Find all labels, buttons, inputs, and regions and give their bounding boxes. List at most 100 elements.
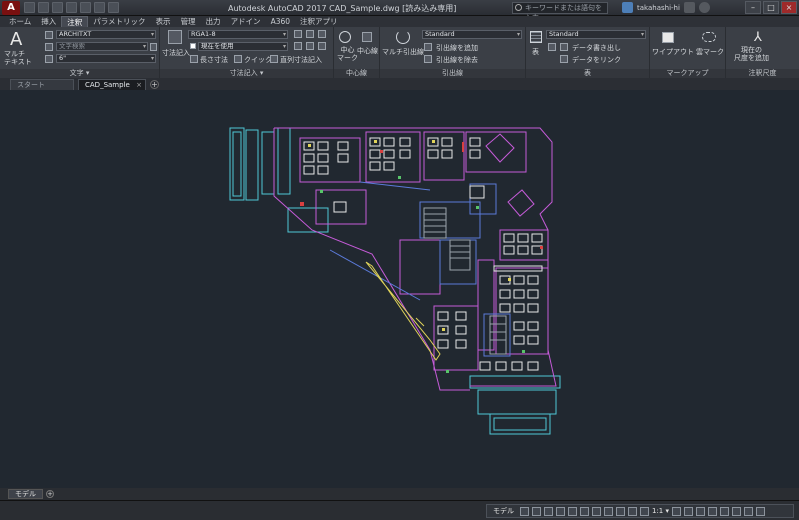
new-tab-button[interactable]: +	[150, 80, 159, 89]
leaders-group-label[interactable]: 引出線	[380, 69, 525, 78]
dimension-button[interactable]: 寸法記入	[162, 48, 190, 58]
tab-view[interactable]: 表示	[151, 16, 176, 27]
quick-properties-icon[interactable]	[708, 506, 718, 516]
revision-cloud-icon[interactable]	[702, 32, 716, 42]
centerline-button[interactable]: 中心線	[357, 46, 378, 56]
save-as-icon[interactable]	[66, 2, 77, 13]
tab-home[interactable]: ホーム	[4, 16, 36, 27]
transparency-icon[interactable]	[604, 506, 613, 516]
quick-dim-button[interactable]: クイック	[244, 55, 272, 65]
isolate-objects-icon[interactable]	[720, 506, 730, 516]
text-style-select[interactable]: ARCHITXT	[56, 30, 156, 39]
extract-data-button[interactable]: データ書き出し	[572, 43, 621, 53]
user-name: takahashi-hi	[637, 3, 680, 12]
multileader-icon[interactable]	[396, 30, 410, 44]
center-mark-button[interactable]: 中心 マーク	[337, 46, 358, 62]
save-icon[interactable]	[52, 2, 63, 13]
multiline-text-icon[interactable]: A	[10, 29, 22, 50]
new-file-icon[interactable]	[24, 2, 35, 13]
autocad-logo-icon[interactable]: A	[2, 1, 20, 15]
dimension-icon[interactable]	[168, 30, 182, 44]
add-layout-button[interactable]: +	[46, 490, 54, 498]
centerline-icon[interactable]	[362, 32, 372, 42]
close-icon[interactable]: ×	[781, 1, 797, 14]
exchange-icon[interactable]	[683, 2, 695, 13]
selection-cycling-icon[interactable]	[616, 506, 625, 516]
dim-layer-select[interactable]: 現在を使用	[198, 42, 288, 51]
multileader-button[interactable]: マルチ引出線	[382, 47, 424, 57]
lineweight-icon[interactable]	[592, 506, 601, 516]
tab-addins[interactable]: アドイン	[226, 16, 266, 27]
dim-style-select[interactable]: RGA1-8	[188, 30, 288, 39]
layout-tab-bar: モデル +	[0, 488, 799, 500]
clean-screen-icon[interactable]	[744, 506, 754, 516]
tab-parametric[interactable]: パラメトリック	[88, 16, 150, 27]
dim-tool-6-icon[interactable]	[318, 42, 326, 50]
annotation-monitor-icon[interactable]	[684, 506, 694, 516]
tab-start[interactable]: スタート	[10, 79, 74, 90]
tab-annotate[interactable]: 注釈	[61, 16, 89, 27]
tab-insert[interactable]: 挿入	[36, 16, 61, 27]
polar-icon[interactable]	[556, 506, 565, 516]
table-style-select[interactable]: Standard	[546, 30, 646, 39]
workspace-icon[interactable]	[672, 506, 682, 516]
wipeout-icon[interactable]	[662, 32, 674, 43]
dim-tool-1-icon[interactable]	[294, 30, 302, 38]
close-tab-icon[interactable]: ×	[136, 80, 142, 90]
open-file-icon[interactable]	[38, 2, 49, 13]
dimension-group-label[interactable]: 寸法記入 ▾	[160, 69, 333, 78]
plot-icon[interactable]	[80, 2, 91, 13]
add-current-scale-button[interactable]: 現在の 尺度を追加	[734, 46, 769, 62]
tables-group-label[interactable]: 表	[526, 69, 649, 78]
center-mark-icon[interactable]	[339, 31, 351, 43]
minimize-icon[interactable]: –	[745, 1, 761, 14]
tab-manage[interactable]: 管理	[176, 16, 201, 27]
continue-dim-button[interactable]: 直列寸法記入	[280, 55, 322, 65]
annotation-scale-select[interactable]: 1:1 ▾	[652, 507, 669, 515]
osnap-icon[interactable]	[568, 506, 577, 516]
text-height-select[interactable]: 6"	[56, 54, 156, 63]
multiline-text-button[interactable]: マルチ テキスト	[4, 50, 32, 66]
text-group-label[interactable]: 文字 ▾	[0, 69, 159, 78]
tab-output[interactable]: 出力	[201, 16, 226, 27]
help-icon[interactable]	[698, 2, 710, 13]
hardware-acceleration-icon[interactable]	[732, 506, 742, 516]
user-account[interactable]: takahashi-hi	[622, 2, 710, 13]
add-scale-icon[interactable]: ⅄	[754, 30, 762, 45]
link-data-button[interactable]: データをリンク	[572, 55, 621, 65]
units-icon[interactable]	[696, 506, 706, 516]
grid-icon[interactable]	[520, 506, 529, 516]
table-button[interactable]: 表	[532, 47, 539, 57]
find-text-input[interactable]: 文字検索	[56, 42, 148, 51]
dim-tool-4-icon[interactable]	[294, 42, 302, 50]
find-text-go-icon[interactable]	[150, 43, 157, 51]
maximize-icon[interactable]: □	[763, 1, 779, 14]
model-space-button[interactable]: モデル	[490, 506, 517, 516]
search-input[interactable]: キーワードまたは語句を入力	[512, 2, 608, 22]
tab-model[interactable]: モデル	[8, 489, 43, 499]
table-icon[interactable]	[530, 31, 542, 43]
drawing-canvas[interactable]	[0, 90, 799, 488]
dim-tool-2-icon[interactable]	[306, 30, 314, 38]
autoscale-icon[interactable]	[640, 506, 649, 516]
leader-style-select[interactable]: Standard	[422, 30, 522, 39]
remove-leader-button[interactable]: 引出線を除去	[436, 55, 478, 65]
wipeout-button[interactable]: ワイプアウト	[652, 47, 694, 57]
linear-dim-button[interactable]: 長さ寸法	[200, 55, 228, 65]
dim-tool-3-icon[interactable]	[318, 30, 326, 38]
customization-icon[interactable]	[756, 506, 766, 516]
otrack-icon[interactable]	[580, 506, 589, 516]
tab-cad-sample[interactable]: CAD_Sample ×	[78, 79, 146, 90]
dim-tool-5-icon[interactable]	[306, 42, 314, 50]
markup-group: ワイプアウト 雲マーク マークアップ	[650, 27, 726, 78]
ortho-icon[interactable]	[544, 506, 553, 516]
redo-icon[interactable]	[108, 2, 119, 13]
tab-annotation-apps[interactable]: 注釈アプリ	[295, 16, 343, 27]
tab-a360[interactable]: A360	[266, 16, 295, 27]
annotation-visibility-icon[interactable]	[628, 506, 637, 516]
add-leader-button[interactable]: 引出線を追加	[436, 43, 478, 53]
undo-icon[interactable]	[94, 2, 105, 13]
snap-icon[interactable]	[532, 506, 541, 516]
floor-plan-drawing[interactable]	[0, 90, 799, 488]
revision-cloud-button[interactable]: 雲マーク	[696, 47, 724, 57]
